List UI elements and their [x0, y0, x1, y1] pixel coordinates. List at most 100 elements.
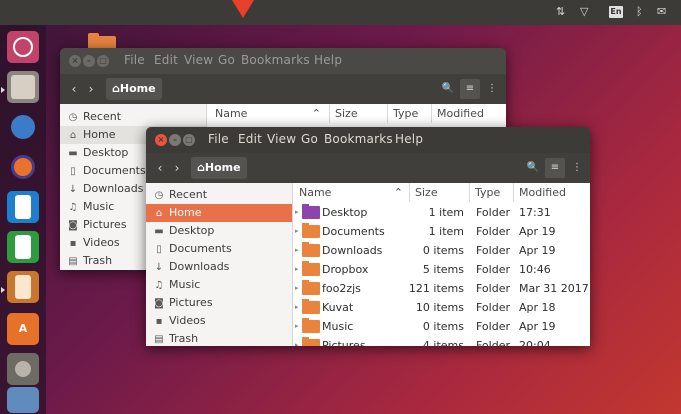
home-icon: ⌂ [155, 208, 163, 219]
mail-icon[interactable]: ✉ [657, 5, 666, 18]
expander-icon[interactable]: ▸ [295, 336, 299, 346]
forward-icon[interactable]: › [168, 159, 186, 177]
trash-icon: ▤ [68, 256, 78, 267]
back-icon[interactable]: ‹ [65, 80, 83, 98]
column-header-type[interactable]: Type [470, 183, 514, 202]
column-header-modified[interactable]: Modified [432, 104, 506, 123]
folder-icon [302, 299, 320, 314]
expander-icon[interactable]: ▸ [295, 241, 299, 260]
software-center-icon[interactable]: A [7, 313, 39, 345]
list-view-icon[interactable]: ≡ [460, 79, 480, 99]
file-row[interactable]: ▸ Documents 1 item Folder Apr 19 [294, 222, 590, 241]
file-type: Folder [476, 225, 510, 238]
menu-file[interactable]: File [208, 132, 229, 146]
home-icon: ⌂ [69, 130, 77, 141]
minimize-icon[interactable]: – [83, 55, 95, 67]
file-type: Folder [476, 301, 510, 314]
minimize-icon[interactable]: – [169, 134, 181, 146]
maximize-icon[interactable]: □ [97, 55, 109, 67]
back-icon[interactable]: ‹ [151, 159, 169, 177]
drive-icon[interactable] [7, 387, 39, 413]
bluetooth-icon[interactable]: ᛒ [636, 5, 643, 18]
sidebar-item-home[interactable]: ⌂ Home [146, 204, 292, 222]
menu-icon[interactable]: ⋮ [567, 158, 587, 178]
menu-view[interactable]: View [184, 53, 213, 67]
wifi-icon[interactable]: ▽ [580, 5, 588, 18]
dash-home-icon[interactable] [7, 31, 39, 63]
sidebar-item-desktop[interactable]: ▬ Desktop [146, 222, 292, 240]
sidebar-item-recent[interactable]: ◷ Recent [146, 186, 292, 204]
expander-icon[interactable]: ▸ [295, 203, 299, 222]
file-name: Pictures [322, 339, 366, 346]
menu-view[interactable]: View [267, 132, 296, 146]
file-row[interactable]: ▸ Downloads 0 items Folder Apr 19 [294, 241, 590, 260]
list-view-icon[interactable]: ≡ [545, 158, 565, 178]
file-modified: Apr 19 [519, 225, 556, 238]
front-titlebar: × – □ File Edit View Go Bookmarks Help [146, 127, 590, 153]
sidebar-item-pictures[interactable]: ◙ Pictures [146, 294, 292, 312]
menu-go[interactable]: Go [301, 132, 318, 146]
column-header-name[interactable]: Name ⌃ [210, 104, 330, 123]
keyboard-layout-indicator[interactable]: En [609, 6, 623, 18]
expander-icon[interactable]: ▸ [295, 260, 299, 279]
sidebar-item-documents[interactable]: ▯ Documents [146, 240, 292, 258]
file-size: 1 item [428, 206, 464, 219]
sidebar-item-trash[interactable]: ▤ Trash [146, 330, 292, 346]
expander-icon[interactable]: ▸ [295, 317, 299, 336]
column-header-name[interactable]: Name ⌃ [294, 183, 410, 202]
search-icon[interactable]: 🔍 [523, 158, 543, 178]
file-row[interactable]: ▸ foo2zjs 121 items Folder Mar 31 2017 [294, 279, 590, 298]
menu-go[interactable]: Go [218, 53, 235, 67]
menu-help[interactable]: Help [314, 53, 342, 67]
file-row[interactable]: ▸ Dropbox 5 items Folder 10:46 [294, 260, 590, 279]
writer-icon[interactable] [7, 191, 39, 223]
front-file-manager-window: × – □ File Edit View Go Bookmarks Help ‹… [146, 127, 590, 346]
path-home-button[interactable]: ⌂Home [106, 78, 162, 100]
menu-file[interactable]: File [124, 53, 145, 67]
file-row[interactable]: ▸ Music 0 items Folder Apr 19 [294, 317, 590, 336]
clock-icon: ◷ [68, 112, 78, 123]
launcher: A [0, 25, 46, 414]
file-modified: 17:31 [519, 206, 551, 219]
menu-icon[interactable]: ⋮ [482, 79, 502, 99]
sidebar-item-videos[interactable]: ▪ Videos [146, 312, 292, 330]
menu-help[interactable]: Help [395, 132, 423, 146]
sidebar-item-music[interactable]: ♫ Music [146, 276, 292, 294]
menu-edit[interactable]: Edit [238, 132, 262, 146]
close-icon[interactable]: × [69, 55, 81, 67]
menu-edit[interactable]: Edit [154, 53, 178, 67]
folder-icon [302, 280, 320, 295]
expander-icon[interactable]: ▸ [295, 222, 299, 241]
file-row[interactable]: ▸ Desktop 1 item Folder 17:31 [294, 203, 590, 222]
desktop-icon: ▬ [154, 226, 164, 237]
menu-bookmarks[interactable]: Bookmarks [324, 132, 393, 146]
back-titlebar: × – □ File Edit View Go Bookmarks Help [60, 48, 506, 74]
maximize-icon[interactable]: □ [183, 134, 195, 146]
expander-icon[interactable]: ▸ [295, 279, 299, 298]
close-icon[interactable]: × [155, 134, 167, 146]
menu-bookmarks[interactable]: Bookmarks [241, 53, 310, 67]
column-header-type[interactable]: Type [388, 104, 432, 123]
sidebar-item-recent[interactable]: ◷ Recent [60, 108, 206, 126]
settings-icon[interactable] [7, 353, 39, 385]
column-header-modified[interactable]: Modified [514, 183, 590, 202]
file-type: Folder [476, 206, 510, 219]
file-row[interactable]: ▸ Pictures 4 items Folder 20:04 [294, 336, 590, 346]
expander-icon[interactable]: ▸ [295, 298, 299, 317]
forward-icon[interactable]: › [82, 80, 100, 98]
network-icon[interactable]: ⇅ [556, 5, 565, 18]
music-icon: ♫ [68, 202, 78, 213]
search-icon[interactable]: 🔍 [438, 79, 458, 99]
file-row[interactable]: ▸ Kuvat 10 items Folder Apr 18 [294, 298, 590, 317]
calc-icon[interactable] [7, 231, 39, 263]
column-header-size[interactable]: Size [410, 183, 470, 202]
file-type: Folder [476, 282, 510, 295]
firefox-icon[interactable] [7, 151, 39, 183]
impress-icon[interactable] [7, 271, 39, 303]
file-name: Kuvat [322, 301, 354, 314]
path-home-button[interactable]: ⌂Home [191, 157, 247, 179]
files-icon[interactable] [7, 71, 39, 103]
sidebar-item-downloads[interactable]: ↓ Downloads [146, 258, 292, 276]
column-header-size[interactable]: Size [330, 104, 388, 123]
thunderbird-icon[interactable] [7, 111, 39, 143]
